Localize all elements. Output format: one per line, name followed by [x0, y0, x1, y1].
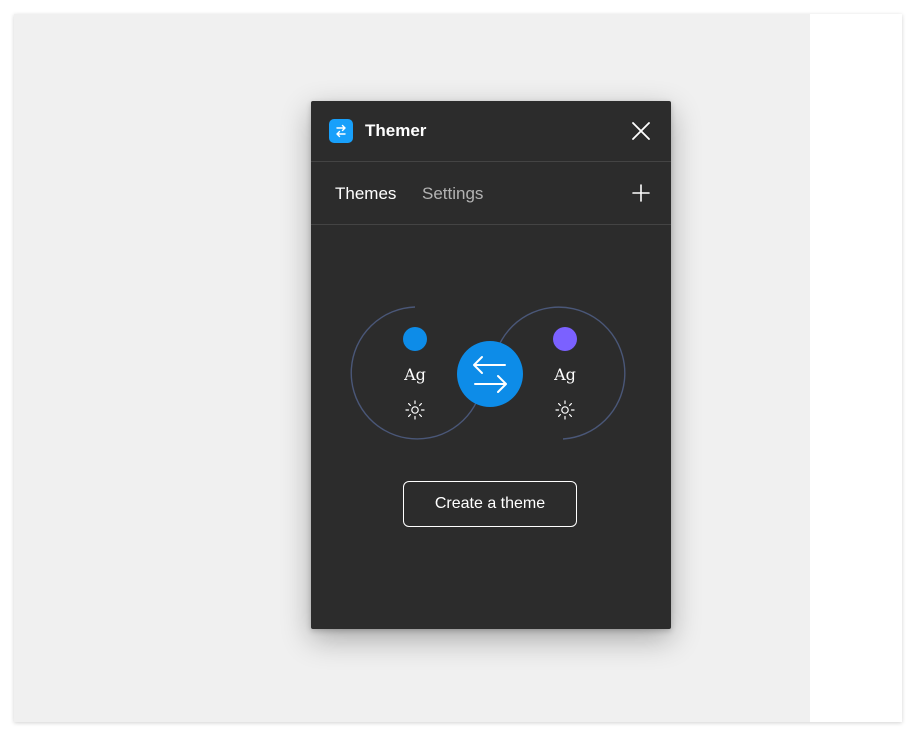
themer-logo-icon: [329, 119, 353, 143]
left-theme-sample-text: Ag: [403, 365, 426, 384]
close-icon[interactable]: [629, 119, 653, 143]
left-theme-color-dot: [403, 327, 427, 351]
create-theme-button[interactable]: Create a theme: [403, 481, 577, 527]
plugin-tabbar: Themes Settings: [311, 162, 671, 225]
themes-illustration: Ag Ag: [350, 306, 626, 440]
right-theme-color-dot: [553, 327, 577, 351]
tab-themes[interactable]: Themes: [335, 184, 396, 204]
plus-icon: [632, 184, 650, 202]
right-theme-sample-text: Ag: [553, 365, 576, 384]
add-theme-button[interactable]: [629, 181, 653, 205]
tab-settings[interactable]: Settings: [422, 184, 483, 204]
swap-circle: [457, 341, 523, 407]
right-properties-panel: [810, 14, 902, 722]
right-sun-icon: [555, 400, 575, 420]
window-frame: Themer Themes Settings Ag Ag Create a th…: [14, 14, 902, 722]
plugin-title: Themer: [365, 121, 427, 140]
plugin-titlebar: Themer: [311, 101, 671, 162]
themer-plugin-window: Themer Themes Settings Ag Ag Create a th…: [311, 101, 671, 629]
left-sun-icon: [405, 400, 425, 420]
